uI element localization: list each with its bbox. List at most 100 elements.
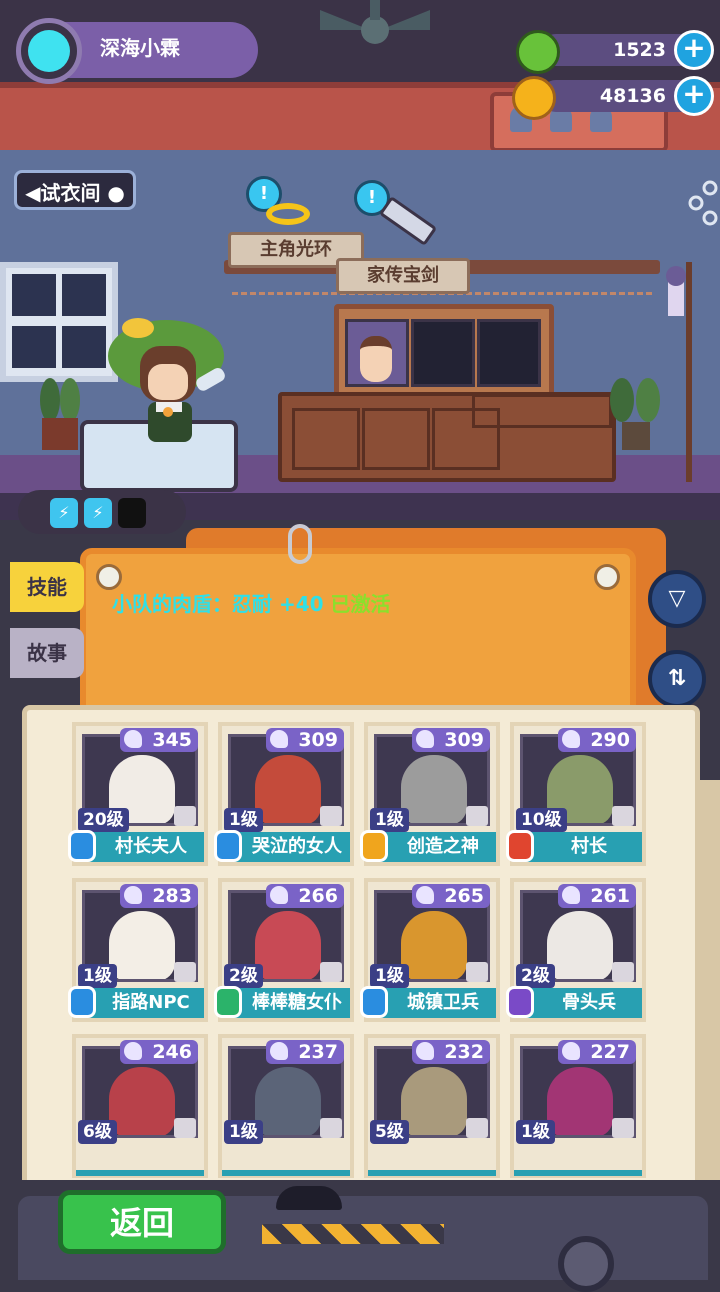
shirt-icon [466,1118,488,1138]
power-value: 266 [298,885,338,907]
gear-icon [558,1236,614,1292]
paper-clip-icon [288,524,312,564]
rocket-icon [270,1042,288,1060]
rank-badge-icon [360,830,388,862]
character-card[interactable]: 290 10级 村长 [506,722,646,866]
rocket-icon [124,1042,142,1060]
gem-amount: 1523 [613,39,666,61]
power-value: 261 [590,885,630,907]
rank-badge-icon [506,986,534,1018]
power-value: 345 [152,729,192,751]
share-icon[interactable] [686,178,720,228]
coat-rack-icon [666,262,692,482]
add-gems-button[interactable]: + [674,30,714,70]
shirt-icon [612,962,634,982]
hazard-stripe [262,1224,444,1244]
level-label: 2级 [224,964,263,988]
character-card[interactable]: 309 1级 哭泣的女人 [214,722,354,866]
book-edge [700,780,720,1200]
sort-button[interactable]: ⇅ [648,650,706,708]
shirt-icon [320,962,342,982]
character-card[interactable]: 261 2级 骨头兵 [506,878,646,1022]
character-card[interactable]: 227 1级 [510,1034,646,1178]
shirt-icon [320,806,342,826]
rank-badge-icon [68,830,96,862]
gem-icon [516,30,560,74]
rocket-icon [416,1042,434,1060]
skill-status: 已激活 [330,592,391,616]
shirt-icon [466,806,488,826]
energy-bolt-icon: ⚡ [84,498,112,528]
energy-slot-empty [118,498,146,528]
pin-icon [96,564,122,590]
character-name-bar [368,1170,496,1176]
cat-avatar-icon [28,30,70,72]
character-card[interactable]: 309 1级 创造之神 [360,722,500,866]
character-card[interactable]: 246 6级 [72,1034,208,1178]
character-portrait [401,1067,467,1135]
character-name-bar [514,1170,642,1176]
cabinet [278,392,616,482]
hero-character[interactable] [104,316,234,456]
rocket-icon [270,730,288,748]
character-portrait [255,755,321,823]
shelf-sign-sword[interactable]: 家传宝剑 [336,258,470,294]
portrait-frame[interactable] [334,304,554,400]
skill-clipboard [80,548,636,728]
character-portrait [547,911,613,979]
portrait-slot-locked[interactable] [411,319,475,387]
power-value: 232 [444,1041,484,1063]
portrait-slot-hero[interactable] [345,319,409,387]
player-name: 深海小霖 [100,36,180,60]
character-portrait [547,1067,613,1135]
back-button[interactable]: 返回 [58,1190,226,1254]
rank-badge-icon [214,986,242,1018]
power-value: 265 [444,885,484,907]
power-value: 237 [298,1041,338,1063]
rank-badge-icon [360,986,388,1018]
rocket-icon [416,730,434,748]
ceiling-fan-icon [320,0,430,44]
character-card[interactable]: 237 1级 [218,1034,354,1178]
character-portrait [401,911,467,979]
tab-story[interactable]: 故事 [10,628,84,678]
planet-coin-icon [512,76,556,120]
character-portrait [255,1067,321,1135]
rocket-icon [124,886,142,904]
rank-badge-icon [68,986,96,1018]
level-label: 5级 [370,1120,409,1144]
character-card[interactable]: 283 1级 指路NPC [68,878,208,1022]
rocket-icon [124,730,142,748]
shirt-icon [174,1118,196,1138]
character-card[interactable]: 232 5级 [364,1034,500,1178]
halo-icon[interactable] [266,203,310,225]
character-name-bar [76,1170,204,1176]
character-grid: 345 20级 村长夫人 309 1级 哭泣的女人 309 1级 创造之神 29… [68,722,650,1178]
rocket-icon [562,730,580,748]
rank-badge-icon [506,830,534,862]
power-value: 283 [152,885,192,907]
character-portrait [255,911,321,979]
skill-text: 小队的肉盾：忍耐 +40 [112,592,324,616]
add-coins-button[interactable]: + [674,76,714,116]
character-card[interactable]: 265 1级 城镇卫兵 [360,878,500,1022]
level-label: 1级 [224,808,263,832]
power-value: 309 [298,729,338,751]
character-card[interactable]: 266 2级 棒棒糖女仆 [214,878,354,1022]
level-label: 20级 [78,808,129,832]
character-portrait [109,1067,175,1135]
shirt-icon [174,962,196,982]
pin-icon [594,564,620,590]
tab-skills[interactable]: 技能 [10,562,84,612]
fitting-room-button[interactable]: ◀试衣间 ● [14,170,136,210]
level-label: 10级 [516,808,567,832]
character-card[interactable]: 345 20级 村长夫人 [68,722,208,866]
room-scene: ! 主角光环 ! 家传宝剑 [0,0,720,520]
rank-badge-icon [214,830,242,862]
rocket-icon [562,1042,580,1060]
filter-button[interactable]: ▽ [648,570,706,628]
player-avatar[interactable] [16,18,82,84]
portrait-slot-locked[interactable] [477,319,541,387]
level-label: 1级 [78,964,117,988]
shirt-icon [320,1118,342,1138]
